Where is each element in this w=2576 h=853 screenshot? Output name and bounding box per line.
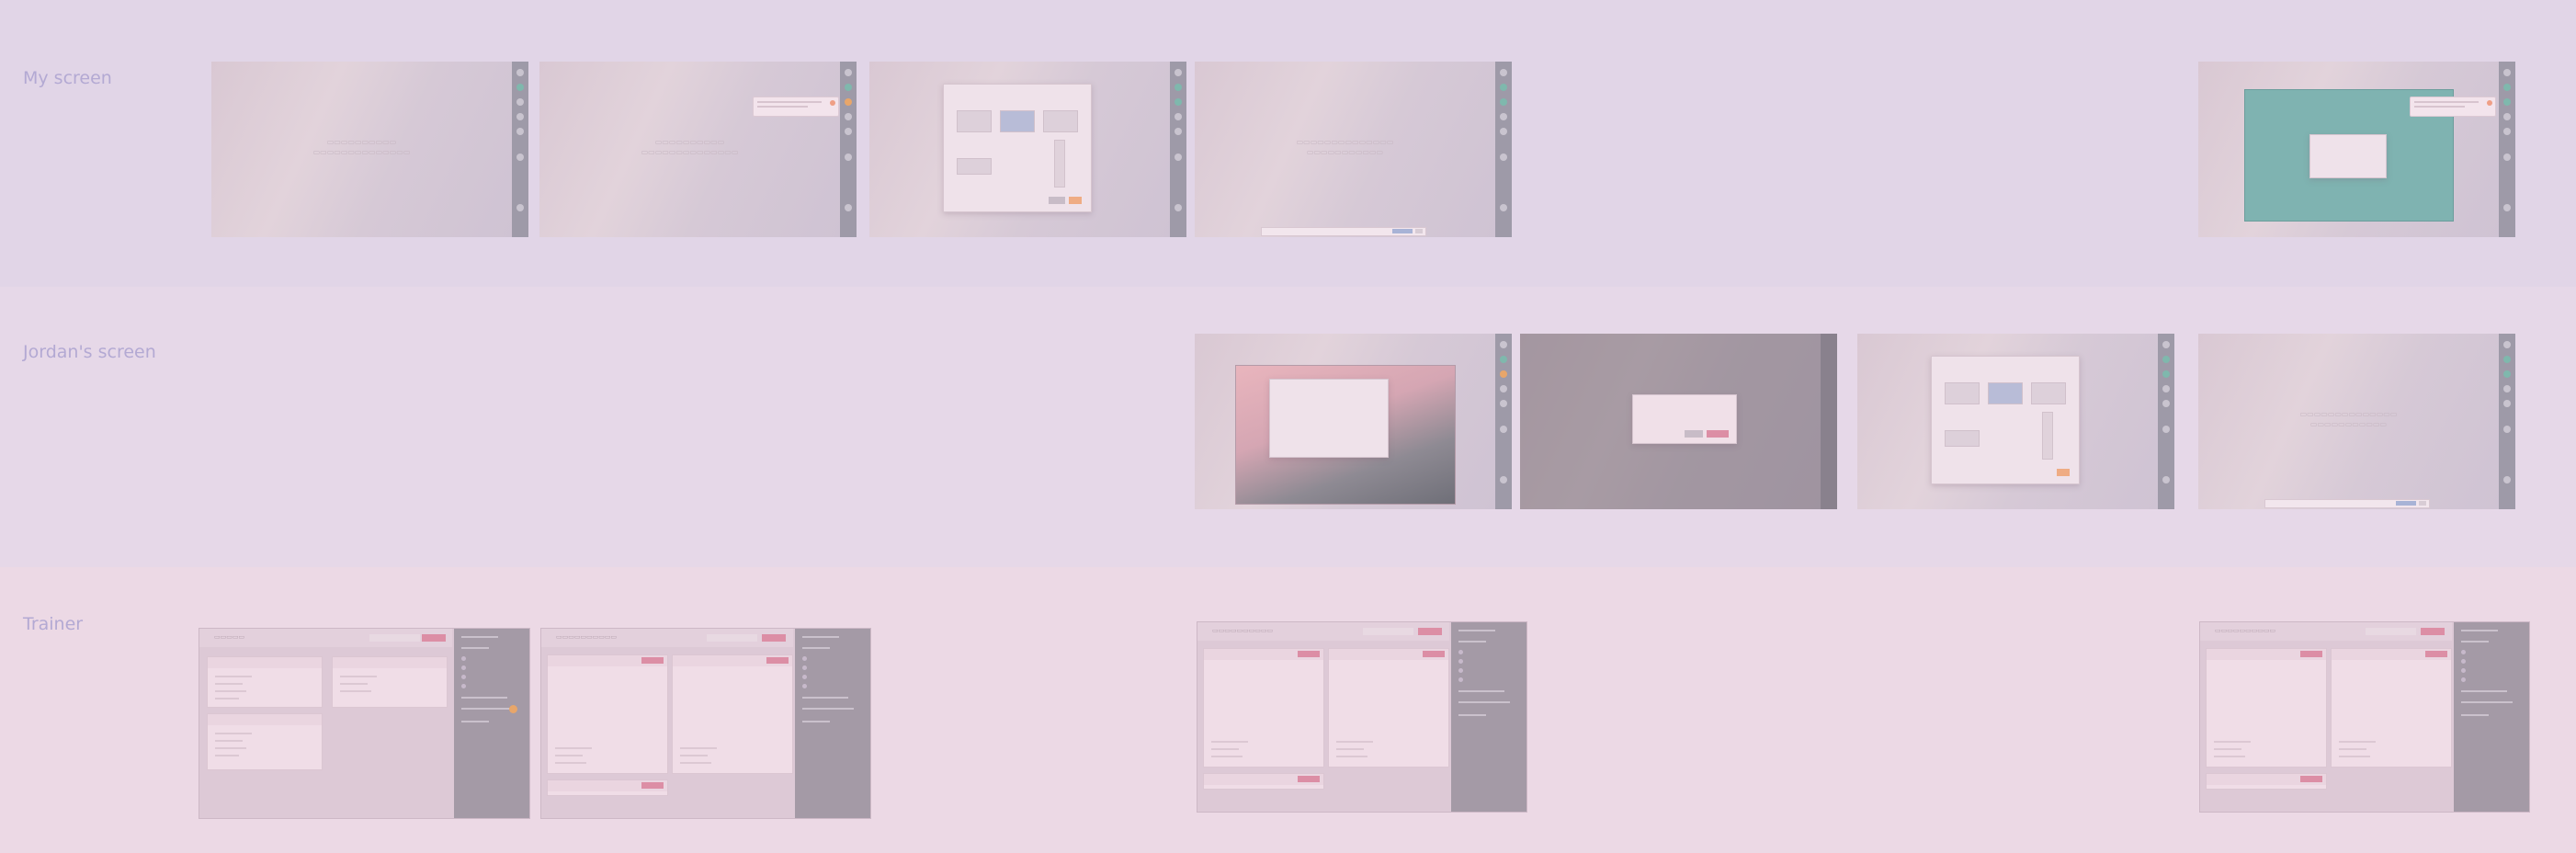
sharing-bar [1261, 227, 1426, 236]
side-rail [1495, 62, 1512, 237]
jordans-screen-frame-1 [1195, 334, 1512, 509]
sharing-bar [2264, 499, 2430, 508]
row-label-trainer: Trainer [23, 614, 84, 634]
side-rail [840, 62, 857, 237]
tooltip-popup [2410, 97, 2496, 117]
close-icon[interactable] [830, 100, 835, 106]
desktop-message: ▭▭▭▭▭▭▭▭▭▭▭▭▭▭ ▭▭▭▭▭▭▭▭▭▭▭ [1296, 138, 1394, 156]
row-label-jordans-screen: Jordan's screen [23, 342, 156, 362]
my-screen-frame-5 [2198, 62, 2515, 237]
side-rail [2499, 334, 2515, 509]
jordans-screen-frame-2 [1520, 334, 1837, 509]
highlight-indicator [509, 705, 517, 713]
my-screen-frame-2: ▭▭▭▭▭▭▭▭▭▭ ▭▭▭▭▭▭▭▭▭▭▭▭▭▭ [539, 62, 857, 237]
side-rail [2499, 62, 2515, 237]
my-screen-frame-3 [869, 62, 1186, 237]
close-icon[interactable] [2487, 100, 2492, 106]
desktop-message: ▭▭▭▭▭▭▭▭▭▭ ▭▭▭▭▭▭▭▭▭▭▭▭▭▭ [312, 138, 411, 156]
trainer-side-panel [1451, 622, 1526, 812]
side-rail [512, 62, 528, 237]
trainer-frame-3: ▭▭▭▭▭▭▭▭▭▭ [1197, 621, 1527, 813]
side-rail [1495, 334, 1512, 509]
my-screen-frame-4: ▭▭▭▭▭▭▭▭▭▭▭▭▭▭ ▭▭▭▭▭▭▭▭▭▭▭ [1195, 62, 1512, 237]
row-label-my-screen: My screen [23, 68, 112, 88]
side-rail [1170, 62, 1186, 237]
side-rail [2158, 334, 2174, 509]
stop-sharing-button[interactable] [2396, 501, 2416, 506]
jordans-screen-frame-3 [1857, 334, 2174, 509]
trainer-side-panel [454, 629, 529, 818]
my-screen-frame-1: ▭▭▭▭▭▭▭▭▭▭ ▭▭▭▭▭▭▭▭▭▭▭▭▭▭ [211, 62, 528, 237]
jordans-screen-frame-4: ▭▭▭▭▭▭▭▭▭▭▭▭▭▭ ▭▭▭▭▭▭▭▭▭▭▭ [2198, 334, 2515, 509]
stop-sharing-button[interactable] [1392, 229, 1413, 233]
trainer-side-panel [2454, 622, 2529, 812]
tooltip-popup [753, 97, 839, 117]
desktop-message: ▭▭▭▭▭▭▭▭▭▭▭▭▭▭ ▭▭▭▭▭▭▭▭▭▭▭ [2299, 410, 2398, 428]
desktop-message: ▭▭▭▭▭▭▭▭▭▭ ▭▭▭▭▭▭▭▭▭▭▭▭▭▭ [641, 138, 739, 156]
remote-desktop-view [1235, 365, 1456, 505]
trainer-frame-4: ▭▭▭▭▭▭▭▭▭▭ [2199, 621, 2530, 813]
settings-dialog [943, 84, 1092, 212]
confirm-dialog [1632, 394, 1737, 444]
trainer-frame-1: ▭▭▭▭▭ [199, 628, 530, 819]
trainer-frame-2: ▭▭▭▭▭▭▭▭▭▭ [540, 628, 871, 819]
trainer-side-panel [795, 629, 870, 818]
settings-dialog [1931, 356, 2080, 484]
